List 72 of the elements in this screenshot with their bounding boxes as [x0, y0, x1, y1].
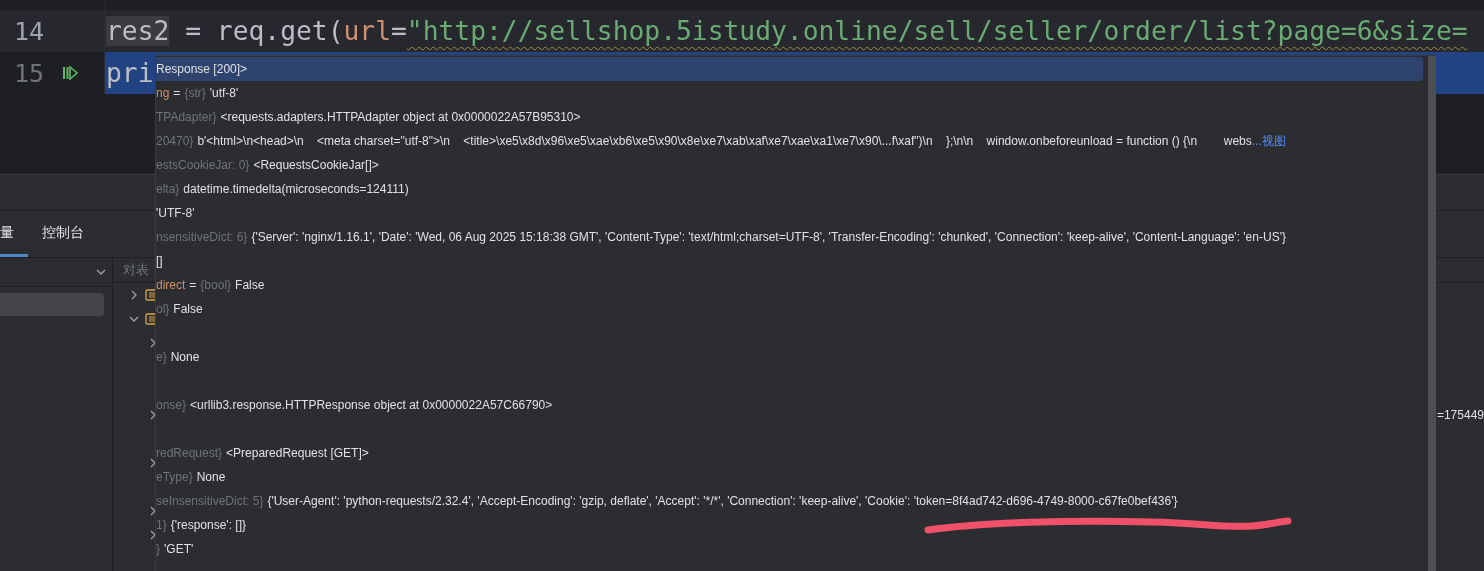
variable-value: {'response': []} — [170, 518, 246, 532]
view-link[interactable]: ...视图 — [1251, 132, 1286, 150]
code-token: pri — [106, 58, 154, 88]
line-number: 14 — [12, 16, 45, 46]
variable-type: } — [156, 542, 160, 556]
variable-value: 'UTF-8' — [156, 206, 195, 220]
variable-value: <requests.adapters.HTTPAdapter object at 0x0000022A57B95310> — [220, 110, 581, 124]
code-token: url — [343, 16, 391, 46]
variable-value: {'User-Agent': 'python-requests/2.32.4', 'Accept-Encoding': 'gzip, deflate', 'Accept': '*/*', 'Connection': 'keep-alive', 'Cookie': 'token=8f4ad742-d696-4749-8000-c67fe0bef436'} — [267, 494, 1178, 508]
variable-value: Response [200]> — [156, 62, 248, 76]
variable-type: nsensitiveDict: 6} — [156, 230, 248, 244]
variable-type: {bool} — [200, 278, 232, 292]
tree-row[interactable]: direct = {bool} False — [156, 273, 1423, 297]
tree-row[interactable]: ng = {str} 'utf-8' — [156, 81, 1423, 105]
variable-type: onse} — [156, 398, 187, 412]
variable-type: seInsensitiveDict: 5} — [156, 494, 264, 508]
variable-value: <urllib3.response.HTTPResponse object at 0x0000022A57C66790> — [190, 398, 553, 412]
string-literal: "http://sellshop.5istudy.online/sell/seller/order/list?page=6&size= — [406, 16, 1468, 46]
tree-row[interactable]: [] — [156, 249, 1423, 273]
tree-row[interactable]: e} None — [156, 345, 1423, 369]
variable-value: <RequestsCookieJar[]> — [253, 158, 379, 172]
variable-value: False — [235, 278, 265, 292]
variable-name: direct — [156, 278, 186, 292]
code-token: = — [391, 16, 407, 46]
variable-value: b'<html>\n<head>\n <meta charset="utf-8">\n <title>\xe5\x8d\x96\xe5\xae\xb6\xe5\x90\x8e\xe7\xab\xaf\xe7\xae\xa1\xe7\x90\...f\xaf")\n };\n\n window.onbeforeunload = function () {\n webs — [197, 134, 1252, 148]
variable-value: datetime.timedelta(microseconds=124111) — [183, 182, 409, 196]
code-token: res2 — [106, 16, 170, 46]
code-token: = req.get( — [184, 16, 344, 46]
variable-type: redRequest} — [156, 446, 223, 460]
variable-type: e} — [156, 350, 167, 364]
column-header: 对表 — [123, 261, 149, 279]
variable-type: estsCookieJar: 0} — [156, 158, 250, 172]
tree-row[interactable]: estsCookieJar: 0} <RequestsCookieJar[]> — [156, 153, 1423, 177]
variable-type: ol} — [156, 302, 170, 316]
resume-icon[interactable] — [62, 65, 78, 81]
tree-row[interactable]: 1} {'response': []} — [156, 513, 1423, 537]
tree-row[interactable]: seInsensitiveDict: 5} {'User-Agent': 'python-requests/2.32.4', 'Accept-Encoding': 'gzip, deflate', 'Accept': '*/*', 'Connection': 'keep-alive', 'Cookie': 'token=8f4ad742-d696-4749-8000-c67fe0bef436'} — [156, 489, 1423, 513]
variable-type: elta} — [156, 182, 180, 196]
variable-value: {'Server': 'nginx/1.16.1', 'Date': 'Wed, 06 Aug 2025 15:18:38 GMT', 'Content-Type': 'text/html;charset=UTF-8', 'Transfer-Encoding': 'chunked', 'Connection': 'keep-alive', 'Content-Language': 'en-US'} — [251, 230, 1286, 244]
variable-value: False — [173, 302, 203, 316]
tree-row[interactable]: TPAdapter} <requests.adapters.HTTPAdapter object at 0x0000022A57B95310> — [156, 105, 1423, 129]
equals-sign: = — [173, 86, 181, 100]
tree-row[interactable]: onse} <urllib3.response.HTTPResponse object at 0x0000022A57C66790> — [156, 393, 1423, 417]
panel-tab[interactable]: 控制台 — [28, 211, 98, 257]
variable-type: 20470} — [156, 134, 194, 148]
collapse-chevron-icon[interactable] — [129, 314, 139, 324]
tree-row[interactable]: 'UTF-8' — [156, 201, 1423, 225]
tree-row[interactable]: redRequest} <PreparedRequest [GET]> — [156, 441, 1423, 465]
tree-row[interactable]: 20470} b'<html>\n<head>\n <meta charset="utf-8">\n <title>\xe5\x8d\x96\xe5\xae\xb6\xe5\x90\x8e\xe7\xab\xaf\xe7\xae\xa1\xe7\x90\...f\xaf")\n };\n\n window.onbeforeunload = function () {\n webs...视图 — [156, 129, 1423, 153]
tree-row[interactable]: Response [200]> — [156, 57, 1423, 81]
tree-row[interactable]: } 'GET' — [156, 537, 1423, 561]
variable-type: 1} — [156, 518, 167, 532]
variable-value: <PreparedRequest [GET]> — [226, 446, 369, 460]
tree-row[interactable]: ol} False — [156, 297, 1423, 321]
line-number: 15 — [12, 58, 45, 88]
variable-value: None — [196, 470, 226, 484]
panel-tab[interactable]: 量 — [0, 211, 28, 257]
variable-type: eType} — [156, 470, 193, 484]
variable-value: 'GET' — [164, 542, 194, 556]
dropdown-chevron-icon[interactable] — [96, 267, 106, 277]
variable-type: {str} — [184, 86, 206, 100]
variable-name: ng — [156, 86, 170, 100]
variable-type: TPAdapter} — [156, 110, 217, 124]
variable-value: 'utf-8' — [209, 86, 239, 100]
variable-value: =175449 — [1436, 408, 1484, 422]
variable-value: [] — [156, 254, 163, 268]
equals-sign: = — [189, 278, 197, 292]
variable-value: None — [170, 350, 200, 364]
scrollbar[interactable] — [1428, 56, 1436, 571]
tree-row[interactable]: eType} None — [156, 465, 1423, 489]
tree-row[interactable]: elta} datetime.timedelta(microseconds=124111) — [156, 177, 1423, 201]
expand-chevron-icon[interactable] — [129, 290, 139, 300]
